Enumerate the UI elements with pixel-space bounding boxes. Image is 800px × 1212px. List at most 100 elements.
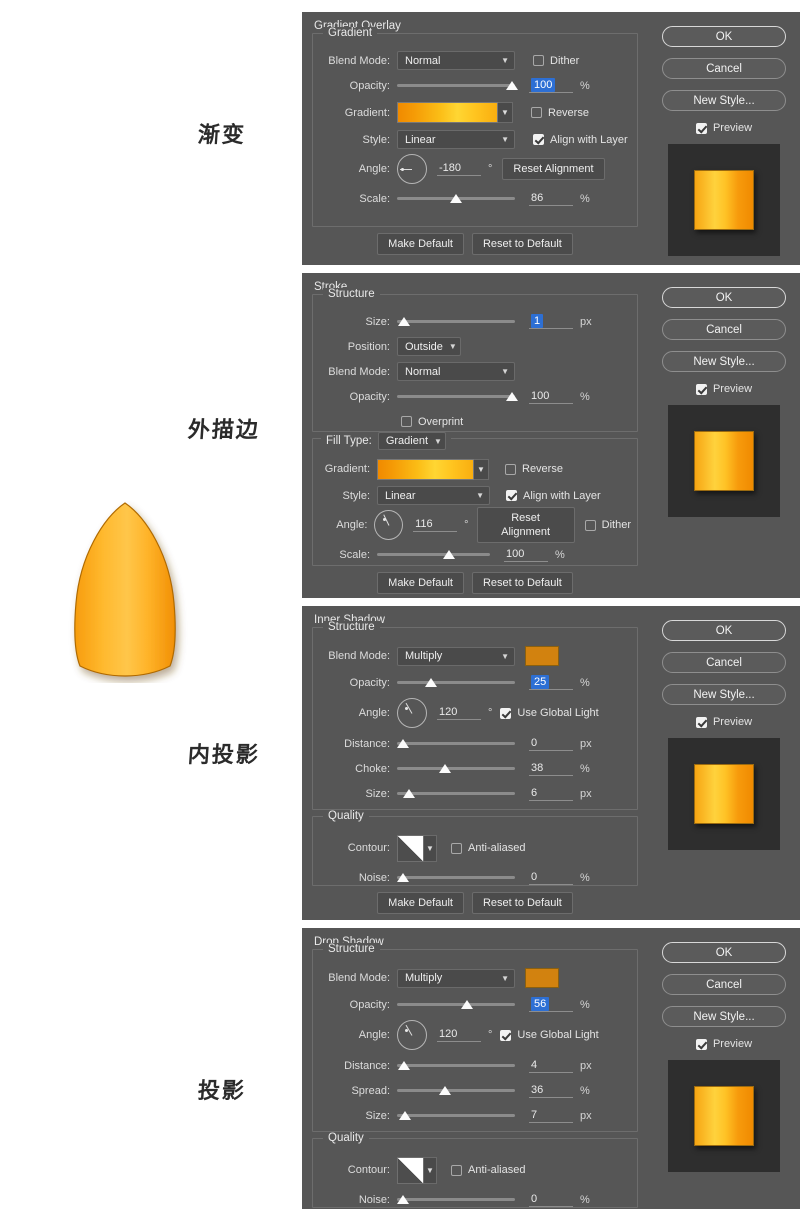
size-slider[interactable] <box>397 1108 515 1124</box>
slider-thumb[interactable] <box>397 872 409 882</box>
cancel-button[interactable]: Cancel <box>662 319 786 340</box>
reset-to-default-button[interactable]: Reset to Default <box>471 892 573 914</box>
distance-field[interactable]: 4 <box>529 1059 573 1073</box>
preview-checkbox-inner[interactable]: Preview <box>695 1038 752 1050</box>
reset-alignment-button[interactable]: Reset Alignment <box>502 158 605 180</box>
use-global-light-checkbox[interactable]: Use Global Light <box>500 707 599 719</box>
use-global-light-checkbox[interactable]: Use Global Light <box>500 1029 599 1041</box>
slider-thumb[interactable] <box>398 1060 411 1070</box>
shadow-color-swatch[interactable] <box>525 968 559 988</box>
scale-slider[interactable] <box>377 547 490 563</box>
gradient-swatch-group[interactable]: ▼ <box>397 102 513 123</box>
gradient-picker-chevron-icon[interactable]: ▼ <box>474 458 489 480</box>
align-with-layer-checkbox[interactable]: Align with Layer <box>533 134 628 146</box>
gradient-swatch-group[interactable]: ▼ <box>377 458 489 480</box>
blend-mode-select[interactable]: Normal ▼ <box>397 51 515 70</box>
fill-type-group[interactable]: Fill Type: Gradient ▼ <box>321 432 451 450</box>
spread-field[interactable]: 36 <box>529 1084 573 1098</box>
scale-field[interactable]: 100 <box>504 548 548 562</box>
make-default-button[interactable]: Make Default <box>377 892 464 914</box>
make-default-button[interactable]: Make Default <box>377 572 464 594</box>
preview-checkbox[interactable]: Preview <box>648 122 800 134</box>
cancel-button[interactable]: Cancel <box>662 974 786 995</box>
dither-checkbox[interactable]: Dither <box>584 519 631 531</box>
spread-slider[interactable] <box>397 1083 515 1099</box>
slider-thumb[interactable] <box>450 193 463 203</box>
reset-to-default-button[interactable]: Reset to Default <box>471 572 573 594</box>
gradient-swatch[interactable] <box>377 458 474 480</box>
preview-checkbox[interactable]: Preview <box>648 383 800 395</box>
new-style-button[interactable]: New Style... <box>662 1006 786 1027</box>
contour-swatch[interactable] <box>397 834 424 862</box>
preview-checkbox-inner[interactable]: Preview <box>695 122 752 134</box>
cancel-button[interactable]: Cancel <box>662 652 786 673</box>
new-style-button[interactable]: New Style... <box>662 90 786 111</box>
make-default-button[interactable]: Make Default <box>377 233 464 255</box>
opacity-slider[interactable] <box>397 78 518 94</box>
reverse-checkbox[interactable]: Reverse <box>505 463 563 475</box>
contour-swatch[interactable] <box>397 1156 424 1184</box>
gradient-picker-chevron-icon[interactable]: ▼ <box>498 102 513 123</box>
slider-thumb[interactable] <box>439 1085 452 1095</box>
angle-dial[interactable] <box>397 698 427 728</box>
angle-dial[interactable] <box>397 154 427 184</box>
choke-slider[interactable] <box>397 761 515 777</box>
scale-field[interactable]: 86 <box>529 192 573 206</box>
opacity-slider[interactable] <box>397 675 515 691</box>
slider-thumb[interactable] <box>505 391 518 401</box>
reset-to-default-button[interactable]: Reset to Default <box>471 233 573 255</box>
anti-aliased-checkbox[interactable]: Anti-aliased <box>451 1164 525 1176</box>
choke-field[interactable]: 38 <box>529 762 573 776</box>
new-style-button[interactable]: New Style... <box>662 684 786 705</box>
slider-thumb[interactable] <box>397 738 409 748</box>
opacity-field[interactable]: 25 <box>529 674 573 690</box>
contour-picker-chevron-icon[interactable]: ▼ <box>424 834 437 862</box>
slider-thumb[interactable] <box>505 80 518 90</box>
ok-button[interactable]: OK <box>662 26 786 47</box>
opacity-field[interactable]: 100 <box>529 77 573 93</box>
preview-checkbox[interactable]: Preview <box>648 1038 800 1050</box>
ok-button[interactable]: OK <box>662 942 786 963</box>
opacity-slider[interactable] <box>397 389 518 405</box>
align-with-layer-checkbox[interactable]: Align with Layer <box>506 490 601 502</box>
contour-swatch-group[interactable]: ▼ <box>397 1156 437 1184</box>
scale-slider[interactable] <box>397 191 515 207</box>
preview-checkbox-inner[interactable]: Preview <box>695 716 752 728</box>
dither-checkbox[interactable]: Dither <box>533 55 579 67</box>
noise-field[interactable]: 0 <box>529 871 573 885</box>
size-field[interactable]: 7 <box>529 1109 573 1123</box>
size-slider[interactable] <box>397 786 515 802</box>
blend-mode-select[interactable]: Multiply ▼ <box>397 646 515 666</box>
slider-thumb[interactable] <box>399 1110 412 1120</box>
anti-aliased-checkbox[interactable]: Anti-aliased <box>451 842 525 854</box>
style-select[interactable]: Linear ▼ <box>377 486 490 505</box>
distance-field[interactable]: 0 <box>529 737 573 751</box>
position-select[interactable]: Outside ▼ <box>397 337 461 356</box>
contour-picker-chevron-icon[interactable]: ▼ <box>424 1156 437 1184</box>
fill-type-select[interactable]: Gradient ▼ <box>377 432 446 450</box>
opacity-field[interactable]: 100 <box>529 390 573 404</box>
angle-dial[interactable] <box>397 1020 427 1050</box>
ok-button[interactable]: OK <box>662 287 786 308</box>
angle-field[interactable]: 120 <box>437 706 481 720</box>
blend-mode-select[interactable]: Normal ▼ <box>397 362 515 381</box>
angle-field[interactable]: -180 <box>437 162 481 176</box>
opacity-slider[interactable] <box>397 997 515 1013</box>
preview-checkbox[interactable]: Preview <box>648 716 800 728</box>
gradient-swatch[interactable] <box>397 102 498 123</box>
distance-slider[interactable] <box>397 736 515 752</box>
noise-field[interactable]: 0 <box>529 1193 573 1207</box>
angle-field[interactable]: 116 <box>413 518 458 532</box>
slider-thumb[interactable] <box>402 788 415 798</box>
noise-slider[interactable] <box>397 1192 515 1208</box>
style-select[interactable]: Linear ▼ <box>397 130 515 149</box>
blend-mode-select[interactable]: Multiply ▼ <box>397 968 515 988</box>
overprint-checkbox[interactable]: Overprint <box>401 416 463 428</box>
opacity-field[interactable]: 56 <box>529 996 573 1012</box>
slider-thumb[interactable] <box>442 549 455 559</box>
slider-thumb[interactable] <box>397 1194 409 1204</box>
slider-thumb[interactable] <box>398 316 411 326</box>
size-slider[interactable] <box>397 314 515 330</box>
size-field[interactable]: 1 <box>529 313 573 329</box>
new-style-button[interactable]: New Style... <box>662 351 786 372</box>
